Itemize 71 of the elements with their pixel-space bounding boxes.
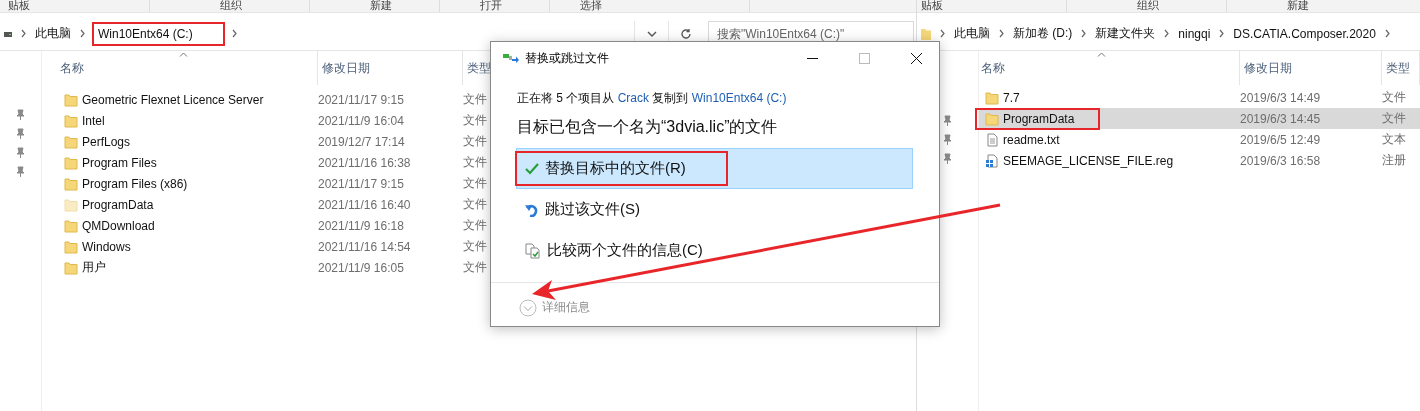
date-cell: 2019/6/3 16:58 — [1240, 153, 1321, 168]
date-cell: 2019/6/3 14:49 — [1240, 90, 1321, 105]
copy-status-text: 正在将 5 个项目从 Crack 复制到 Win10Entx64 (C:) — [517, 90, 788, 107]
ribbon-group-label: 组织 — [1067, 0, 1227, 12]
date-cell: 2021/11/9 16:05 — [318, 260, 404, 275]
breadcrumb[interactable]: 此电脑 — [35, 22, 71, 45]
file-name[interactable]: readme.txt — [1003, 132, 1060, 147]
type-cell: 文本 — [1382, 131, 1406, 148]
type-cell: 文件 — [463, 259, 487, 276]
breadcrumb[interactable]: 此电脑 — [954, 22, 990, 45]
file-name[interactable]: Windows — [82, 239, 131, 254]
ribbon-group-label: 打开 — [440, 0, 550, 12]
date-cell: 2019/6/3 14:45 — [1240, 111, 1321, 126]
option-label: 比较两个文件的信息(C) — [547, 241, 703, 260]
date-cell: 2019/6/5 12:49 — [1240, 132, 1321, 147]
file-name[interactable]: Program Files — [82, 155, 157, 170]
breadcrumb[interactable]: ningqi — [1178, 23, 1211, 44]
date-cell: 2021/11/16 16:40 — [318, 197, 411, 212]
file-name[interactable]: 7.7 — [1003, 90, 1020, 105]
breadcrumb[interactable]: DS.CATIA.Composer.2020 — [1233, 23, 1376, 44]
file-name[interactable]: Intel — [82, 113, 105, 128]
dialog-title: 替换或跳过文件 — [525, 49, 610, 67]
file-name[interactable]: ProgramData — [82, 197, 154, 212]
breadcrumb[interactable]: 新建文件夹 — [1095, 22, 1156, 45]
ribbon-group-label: 组织 — [150, 0, 310, 12]
breadcrumb[interactable]: Win10Entx64 (C:) — [94, 23, 223, 44]
type-cell: 文件 — [1382, 89, 1406, 106]
column-header[interactable]: 名称 — [979, 51, 1240, 85]
dialog-option[interactable]: 替换目标中的文件(R) — [516, 148, 913, 189]
type-cell: 文件 — [463, 91, 487, 108]
file-name[interactable]: 用户 — [82, 259, 106, 276]
ribbon-group-label: 贴板 — [0, 0, 150, 12]
column-header[interactable]: 修改日期 — [1240, 51, 1382, 85]
details-toggle[interactable]: 详细信息 — [542, 299, 590, 316]
ribbon-group-label: 选择 — [550, 0, 750, 12]
dialog-option[interactable]: 比较两个文件的信息(C) — [516, 230, 913, 271]
date-cell: 2019/12/7 17:14 — [318, 134, 405, 149]
type-cell: 文件 — [463, 154, 487, 171]
ribbon-group-label: 新建 — [310, 0, 440, 12]
file-name[interactable]: Geometric Flexnet Licence Server — [82, 92, 264, 107]
date-cell: 2021/11/16 14:54 — [318, 239, 411, 254]
type-cell: 文件 — [463, 238, 487, 255]
conflict-heading: 目标已包含一个名为“3dvia.lic”的文件 — [517, 117, 779, 137]
option-label: 跳过该文件(S) — [545, 200, 640, 219]
option-label: 替换目标中的文件(R) — [545, 159, 686, 178]
column-header[interactable]: 名称 — [58, 51, 318, 85]
file-name[interactable]: QMDownload — [82, 218, 155, 233]
file-name[interactable]: PerfLogs — [82, 134, 131, 149]
type-cell: 文件 — [463, 112, 487, 129]
ribbon-group-label: 贴板 — [917, 0, 1067, 12]
location-link[interactable]: Win10Entx64 (C:) — [691, 91, 787, 105]
type-cell: 文件 — [463, 217, 487, 234]
type-cell: 文件 — [463, 133, 487, 150]
file-name[interactable]: Program Files (x86) — [82, 176, 188, 191]
date-cell: 2021/11/16 16:38 — [318, 155, 411, 170]
type-cell: 注册 — [1382, 152, 1406, 169]
ribbon-group-label: 新建 — [1227, 0, 1420, 12]
column-header[interactable]: 类型 — [1382, 51, 1420, 85]
date-cell: 2021/11/17 9:15 — [318, 176, 404, 191]
column-header[interactable]: 修改日期 — [318, 51, 463, 85]
date-cell: 2021/11/9 16:04 — [318, 113, 404, 128]
location-link[interactable]: Crack — [617, 91, 650, 105]
dialog-option[interactable]: 跳过该文件(S) — [516, 189, 913, 230]
date-cell: 2021/11/9 16:18 — [318, 218, 404, 233]
file-name[interactable]: ProgramData — [1003, 111, 1075, 126]
type-cell: 文件 — [1382, 110, 1406, 127]
type-cell: 文件 — [463, 196, 487, 213]
breadcrumb[interactable]: 新加卷 (D:) — [1013, 22, 1073, 45]
date-cell: 2021/11/17 9:15 — [318, 92, 404, 107]
file-name[interactable]: SEEMAGE_LICENSE_FILE.reg — [1003, 153, 1174, 168]
type-cell: 文件 — [463, 175, 487, 192]
